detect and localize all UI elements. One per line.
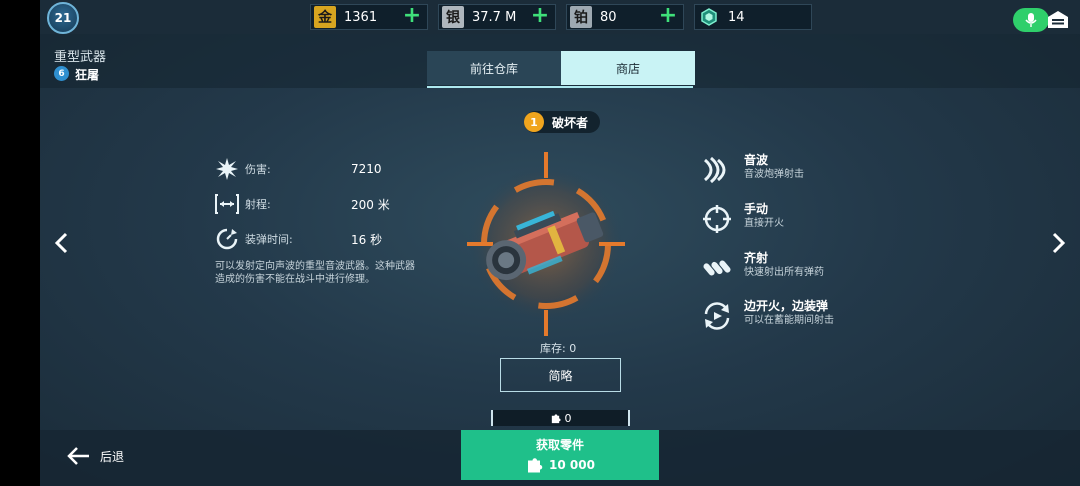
range-icon [215,192,239,216]
microphone-icon [1025,13,1037,27]
left-edge-strip [0,0,40,486]
shop-screen: 21 金 1361 + 银 37.7 M + 铂 80 + 14 重型武器 6 … [0,0,1080,486]
puzzle-piece-icon [528,458,543,473]
ability-salvo: 齐射 快速射出所有弹药 [700,251,824,285]
get-parts-button[interactable]: 获取零件 10 000 [461,430,659,480]
parts-count: 0 [564,411,572,425]
weapon-name: 破坏者 [552,115,589,130]
reload-fire-icon [700,299,734,333]
stat-range: 射程: 200 米 [215,192,390,216]
add-platinum-button[interactable]: + [657,5,679,28]
player-level: 21 [54,11,72,25]
ability-desc: 直接开火 [744,218,784,229]
next-weapon-button[interactable] [1048,230,1068,256]
crosshair-icon [700,202,734,236]
get-parts-cost-value: 10 000 [549,458,595,472]
platinum-icon: 铂 [570,6,592,28]
chevron-right-icon [1052,232,1066,254]
weapon-subcategory: 狂屠 [75,68,100,82]
add-silver-button[interactable]: + [529,5,551,28]
stock-count: 库存: 0 [540,342,577,355]
add-gold-button[interactable]: + [401,5,423,28]
ability-name: 齐射 [744,251,769,265]
silver-value: 37.7 M [472,9,517,25]
stat-value: 16 秒 [351,232,383,247]
gem-resource: 14 [694,4,812,30]
silver-icon: 银 [442,6,464,28]
gem-value: 14 [728,9,745,25]
voice-chat-button[interactable] [1013,8,1049,32]
tab-warehouse[interactable]: 前往仓库 [427,51,561,85]
arrow-left-icon [67,447,89,465]
stat-label: 伤害: [245,163,271,176]
explosion-icon [215,157,239,181]
platinum-value: 80 [600,9,617,25]
ability-manual: 手动 直接开火 [700,202,784,236]
ability-name: 边开火，边装弹 [744,299,829,313]
gold-icon: 金 [314,6,336,28]
previous-weapon-button[interactable] [52,230,72,256]
stat-label: 射程: [245,198,271,211]
gold-value: 1361 [344,9,378,25]
summary-button[interactable]: 简略 [500,358,621,392]
reload-timer-icon [215,227,239,251]
weapon-category: 重型武器 [54,50,107,65]
stat-value: 7210 [351,162,382,176]
ability-desc: 快速射出所有弹药 [744,267,824,278]
tab-underline [427,86,693,88]
puzzle-piece-icon [551,413,561,423]
get-parts-label: 获取零件 [535,438,584,452]
get-parts-cost: 10 000 [525,456,595,474]
rank-badge: 6 [54,66,69,81]
ability-desc: 可以在蓄能期间射击 [744,315,834,326]
ability-desc: 音波炮弹射击 [744,169,804,180]
ability-name: 音波 [744,153,769,167]
top-bar [40,0,1080,34]
ability-sonic: 音波 音波炮弹射击 [700,153,804,187]
platinum-resource: 铂 80 + [566,4,684,30]
tab-shop[interactable]: 商店 [561,51,695,85]
gem-icon [698,6,720,28]
silver-resource: 银 37.7 M + [438,4,556,30]
sonic-icon [700,153,734,187]
stat-reload: 装弹时间: 16 秒 [215,227,382,251]
player-level-badge[interactable]: 21 [47,2,79,34]
stat-value: 200 米 [351,197,390,212]
gold-resource: 金 1361 + [310,4,428,30]
weapon-preview [463,150,629,338]
weapon-name-pill: 1 破坏者 [524,111,600,133]
ability-fire-while-reloading: 边开火，边装弹 可以在蓄能期间射击 [700,299,834,333]
garage-icon[interactable] [1046,8,1070,30]
chevron-left-icon [54,232,68,254]
parts-progress-bar: 0 [491,410,630,426]
back-button[interactable]: 后退 [66,442,124,470]
ability-name: 手动 [744,202,769,216]
tier-badge: 1 [524,112,544,132]
stat-damage: 伤害: 7210 [215,157,382,181]
stat-label: 装弹时间: [245,233,293,246]
weapon-description: 可以发射定向声波的重型音波武器。这种武器造成的伤害不能在战斗中进行修理。 [215,261,415,285]
salvo-icon [700,251,734,285]
back-label: 后退 [100,449,125,464]
